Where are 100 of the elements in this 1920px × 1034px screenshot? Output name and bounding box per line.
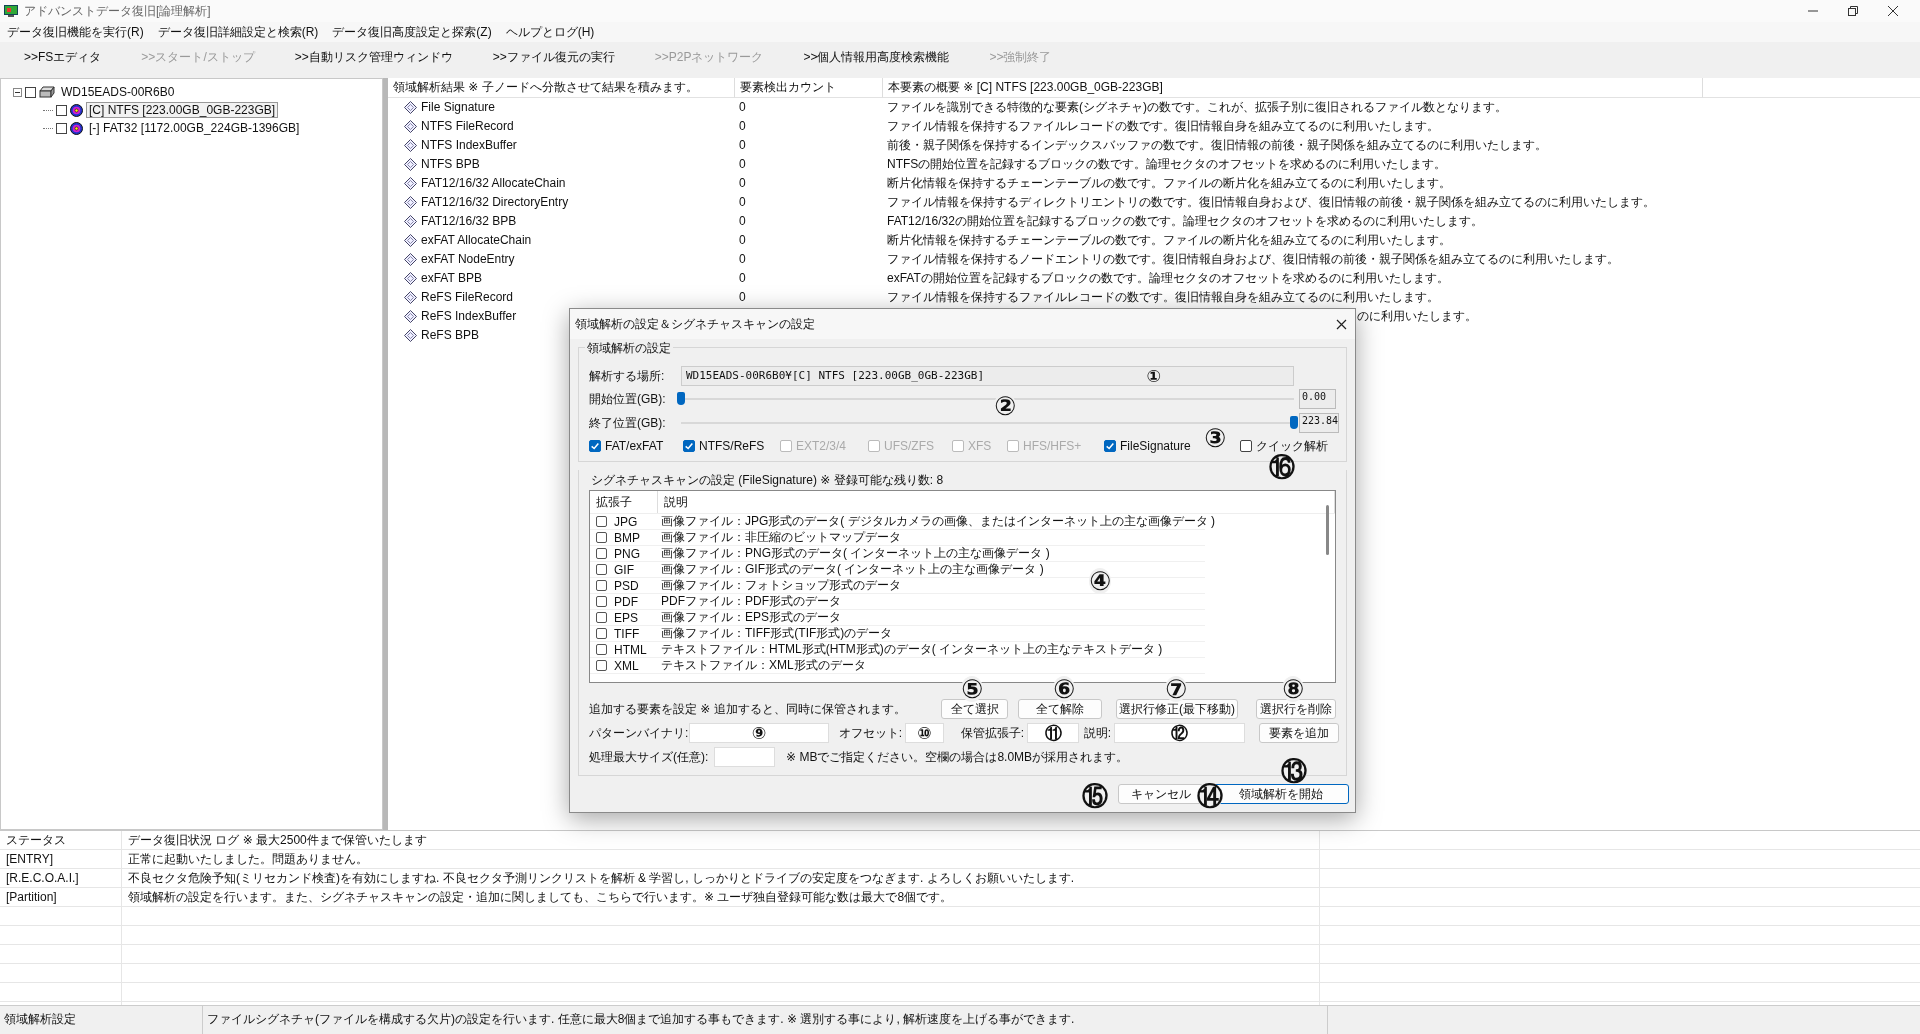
tree-checkbox[interactable]	[25, 86, 36, 98]
callout-number: ⑨	[751, 724, 767, 742]
value-field[interactable]: 223.84	[1299, 413, 1340, 433]
callout-number: ⑫	[1171, 724, 1188, 742]
list-button[interactable]: 選択行を削除	[1256, 699, 1336, 719]
row-checkbox[interactable]	[596, 516, 607, 527]
list-button[interactable]: 選択行修正(最下移動)	[1116, 699, 1238, 719]
field-label: 保管拡張子:	[959, 724, 1025, 742]
list-button[interactable]: 全て選択	[941, 699, 1008, 719]
menu-item[interactable]: データ復旧高度設定と探索(Z)	[325, 23, 499, 41]
item-name[interactable]: NTFS IndexBuffer	[421, 136, 517, 155]
value-field[interactable]: 0.00	[1299, 389, 1336, 409]
input-field[interactable]	[714, 747, 775, 767]
toolbar-button[interactable]: >>FSエディタ	[24, 48, 102, 66]
item-name[interactable]: FAT12/16/32 BPB	[421, 212, 517, 231]
restore-icon[interactable]	[1848, 6, 1858, 16]
item-name[interactable]: exFAT AllocateChain	[421, 231, 532, 250]
status-text: ファイルシグネチャ(ファイルを構成する欠片)の設定を行います. 任意に最大8個まで追加する事もできます. ※ 選別する事により, 解析速度を上げる事ができます.	[203, 1006, 1328, 1034]
close-icon[interactable]	[1336, 318, 1347, 330]
menu-item[interactable]: ヘルプとログ(H)	[498, 23, 602, 41]
item-name[interactable]: FAT12/16/32 AllocateChain	[421, 174, 566, 193]
extension-cell-text: PDF	[613, 594, 639, 609]
callout-number: ⑮	[1082, 783, 1108, 809]
diamond-icon	[404, 234, 417, 247]
input-field[interactable]: ⑩	[905, 723, 944, 743]
slider-thumb[interactable]	[677, 392, 685, 405]
diamond-icon	[404, 101, 417, 114]
row-checkbox[interactable]	[596, 596, 607, 607]
input-field[interactable]: ⑨	[689, 723, 829, 743]
slider-thumb[interactable]	[1290, 416, 1298, 429]
description-cell-text: ファイル情報を保持するファイルレコードの数です。復旧情報自身を組み立てるのに利用いたします。	[887, 289, 1439, 306]
checkmark-icon	[590, 441, 600, 451]
diamond-icon	[404, 329, 417, 342]
extension-cell-text: XML	[613, 658, 640, 673]
dialog-title: 領域解析の設定＆シグネチャスキャンの設定	[575, 315, 815, 333]
column-header: ステータス	[5, 832, 67, 849]
description-cell: PDFファイル：PDF形式のデータ	[661, 593, 841, 610]
field-label: 開始位置(GB):	[589, 390, 667, 408]
tree-item[interactable]: [-] FAT32 [1172.00GB_224GB-1396GB]	[86, 120, 303, 136]
app-icon	[4, 4, 18, 18]
count-cell-text: 0	[739, 270, 746, 287]
extension-cell-text: BMP	[613, 530, 641, 545]
row-checkbox[interactable]	[596, 548, 607, 559]
item-name[interactable]: NTFS BPB	[421, 155, 480, 174]
row-checkbox[interactable]	[596, 660, 607, 671]
input-field[interactable]: ⑪	[1027, 723, 1079, 743]
column-header: 要素検出カウント	[735, 78, 883, 98]
filesystem-checkbox[interactable]: クイック解析	[1240, 437, 1340, 455]
toolbar-button[interactable]: >>ファイル復元の実行	[492, 48, 615, 66]
collapse-icon[interactable]	[13, 87, 22, 97]
list-button[interactable]: 全て解除	[1018, 699, 1102, 719]
filesystem-checkbox[interactable]: NTFS/ReFS	[683, 439, 780, 453]
row-checkbox[interactable]	[596, 564, 607, 575]
tree-item[interactable]: [C] NTFS [223.00GB_0GB-223GB]	[86, 102, 279, 118]
count-cell-text: 0	[739, 118, 746, 135]
row-checkbox[interactable]	[596, 644, 607, 655]
callout-number: ①	[1146, 367, 1161, 385]
description-cell-text: ファイル情報を保持するノードエントリの数です。復旧情報自身および、復旧情報の前後・親子関係を組み立てるのに利用いたします。	[887, 251, 1619, 268]
description-cell: 画像ファイル：TIFF形式(TIF形式)のデータ	[661, 625, 893, 642]
item-name[interactable]: exFAT NodeEntry	[421, 250, 515, 269]
tree-checkbox[interactable]	[56, 104, 67, 116]
item-name[interactable]: ReFS BPB	[421, 326, 480, 345]
menu-item[interactable]: データ復旧機能を実行(R)	[0, 23, 151, 41]
tree-checkbox[interactable]	[56, 122, 67, 134]
callout-number: ⑩	[917, 724, 932, 742]
item-name[interactable]: File Signature	[421, 98, 496, 117]
diamond-icon	[404, 291, 417, 304]
row-checkbox[interactable]	[596, 612, 607, 623]
description-cell-text: ファイル情報を保持するファイルレコードの数です。復旧情報自身を組み立てるのに利用いたします。	[887, 118, 1439, 135]
item-name[interactable]: exFAT BPB	[421, 269, 482, 288]
diamond-icon	[404, 196, 417, 209]
toolbar-button[interactable]: >>個人情報用高度検索機能	[803, 48, 950, 66]
diamond-icon	[404, 139, 417, 152]
filesystem-checkbox[interactable]: FAT/exFAT	[589, 439, 683, 453]
log-message: 正常に起動いたしました。問題ありません。	[127, 851, 369, 868]
log-status: [ENTRY]	[5, 851, 55, 868]
item-name[interactable]: FAT12/16/32 DirectoryEntry	[421, 193, 569, 212]
callout-number: ⑭	[1197, 783, 1223, 809]
menu-item[interactable]: データ復旧詳細設定と検索(R)	[150, 23, 326, 41]
diamond-icon	[404, 158, 417, 171]
item-name[interactable]: ReFS FileRecord	[421, 288, 514, 307]
diamond-icon	[404, 272, 417, 285]
input-field[interactable]: ⑫	[1114, 723, 1245, 743]
description-cell-text: FAT12/16/32の開始位置を記録するブロックの数です。論理セクタのオフセットを求めるのに利用いたします。	[887, 213, 1483, 230]
row-checkbox[interactable]	[596, 628, 607, 639]
close-icon[interactable]	[1888, 6, 1898, 16]
item-name[interactable]: NTFS FileRecord	[421, 117, 514, 136]
callout-number: ⑪	[1044, 724, 1062, 742]
count-cell-text: 0	[739, 137, 746, 154]
extension-cell-text: PNG	[613, 546, 641, 561]
column-header: 本要素の概要 ※ [C] NTFS [223.00GB_0GB-223GB]	[883, 78, 1703, 98]
description-cell-text: ファイル情報を保持するディレクトリエントリの数です。復旧情報自身および、復旧情報の前後・親子関係を組み立てるのに利用いたします。	[887, 194, 1655, 211]
row-checkbox[interactable]	[596, 580, 607, 591]
add-button[interactable]: 要素を追加	[1259, 723, 1339, 743]
section-title: シグネチャスキャンの設定 (FileSignature) ※ 登録可能な残り数: 8	[591, 473, 944, 487]
item-name[interactable]: ReFS IndexBuffer	[421, 307, 517, 326]
tree-item[interactable]: WD15EADS-00R6B0	[58, 84, 178, 100]
location-field[interactable]: WD15EADS-00R6B0¥[C] NTFS [223.00GB_0GB-223GB] ①	[681, 366, 1294, 386]
row-checkbox[interactable]	[596, 532, 607, 543]
toolbar-button[interactable]: >>自動リスク管理ウィンドウ	[294, 48, 453, 66]
